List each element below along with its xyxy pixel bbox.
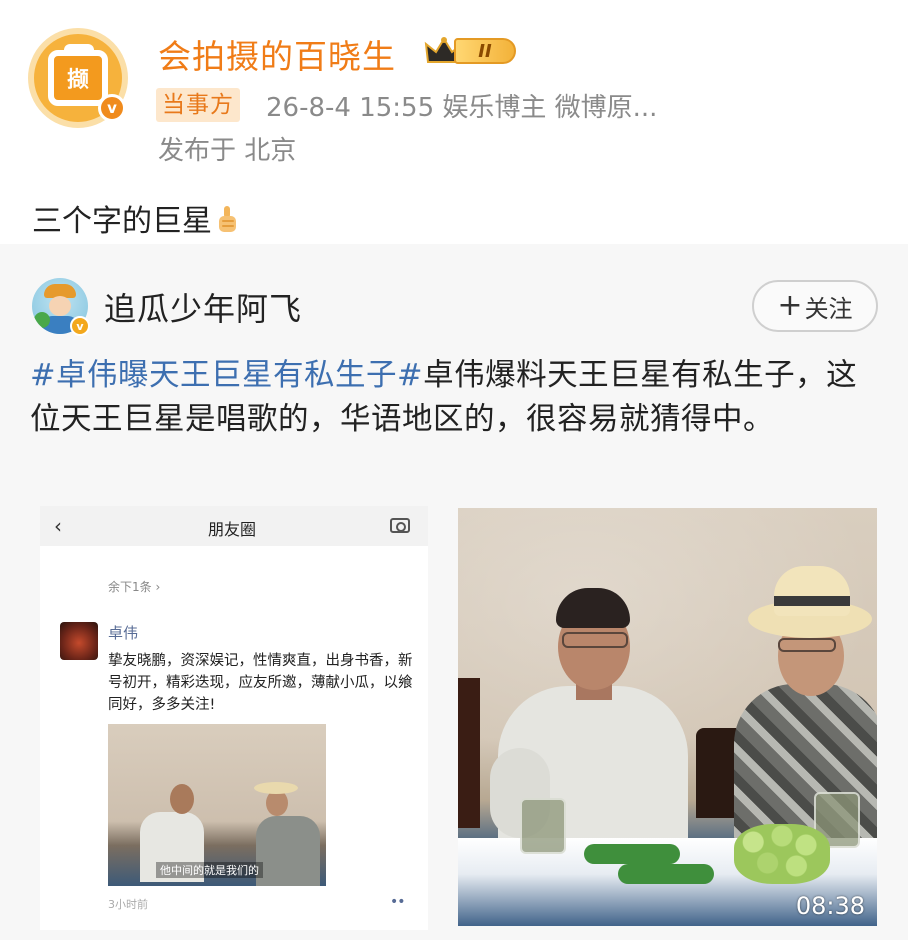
follow-label: 关注: [804, 294, 853, 323]
photo-man-right-glasses: [778, 638, 836, 652]
photo-chair-left: [458, 678, 480, 828]
thumbs-up-icon: [219, 206, 236, 232]
avatar-lens-shape: [64, 44, 94, 54]
repost-author-name[interactable]: 追瓜少年阿飞: [104, 284, 302, 330]
post-text: 三个字的巨星: [32, 204, 212, 239]
photo-cucumber: [584, 844, 680, 864]
camera-icon: [390, 518, 410, 533]
repost-verified-badge-icon: v: [70, 316, 90, 336]
video-timestamp: 08:38: [795, 892, 865, 920]
post-location: 发布于 北京: [158, 136, 297, 166]
back-chevron-icon: ‹: [54, 514, 62, 538]
post-meta: 26-8-4 15:55 娱乐博主 微博原...: [266, 93, 658, 123]
moments-body: 挚友晓鹏，资深娱记，性情爽直，出身书香，新号初开，精彩迭现，应友所邀，薄献小瓜，…: [108, 653, 413, 713]
moments-time: 3小时前: [108, 898, 148, 911]
photo-man-left-glasses: [562, 632, 628, 648]
follow-button[interactable]: + 关注: [752, 280, 878, 332]
photo-person-right: [256, 816, 320, 886]
party-tag: 当事方: [156, 88, 240, 122]
moments-title: 朋友圈: [208, 520, 257, 539]
moments-poster-avatar: [60, 622, 98, 660]
level-badge[interactable]: II: [424, 34, 516, 68]
author-name[interactable]: 会拍摄的百晓生: [158, 30, 396, 78]
repost-text: #卓伟曝天王巨星有私生子#卓伟爆料天王巨星有私生子，这位天王巨星是唱歌的，华语地…: [30, 354, 880, 442]
verified-badge-icon: v: [98, 94, 126, 122]
photo-cucumber: [618, 864, 714, 884]
photo-caption: 他中间的就是我们的: [156, 862, 263, 878]
photo-hat-band: [774, 596, 850, 606]
avatar-face-shape: [49, 296, 71, 316]
more-dots-icon: ••: [390, 894, 405, 910]
video-thumbnail-image[interactable]: 08:38: [458, 508, 877, 926]
level-label: II: [454, 38, 516, 64]
repost-card[interactable]: v 追瓜少年阿飞 + 关注 #卓伟曝天王巨星有私生子#卓伟爆料天王巨星有私生子，这…: [0, 244, 908, 940]
author-avatar[interactable]: 撷 v: [28, 28, 128, 128]
plus-icon: +: [777, 288, 803, 323]
moments-screenshot-image[interactable]: ‹ 朋友圈 余下1条 › 卓伟 挚友晓鹏，资深娱记，性情爽直，出身书香，新号初开…: [40, 506, 428, 930]
hashtag-link[interactable]: #卓伟曝天王巨星有私生子#: [30, 358, 423, 393]
photo-grapes: [734, 824, 830, 884]
moments-photo: 他中间的就是我们的: [108, 724, 326, 886]
moments-poster-name: 卓伟: [108, 624, 139, 642]
avatar-logo: 撷: [48, 50, 108, 106]
photo-hat-top: [774, 566, 850, 616]
post-body: 三个字的巨星: [32, 196, 240, 240]
photo-hat-shape: [254, 782, 298, 794]
photo-person-left-head: [170, 784, 194, 814]
moments-header: ‹ 朋友圈: [40, 506, 428, 546]
moments-remaining: 余下1条 ›: [108, 580, 161, 594]
photo-tea-cup: [520, 798, 566, 854]
avatar-melon-shape: [34, 312, 50, 328]
